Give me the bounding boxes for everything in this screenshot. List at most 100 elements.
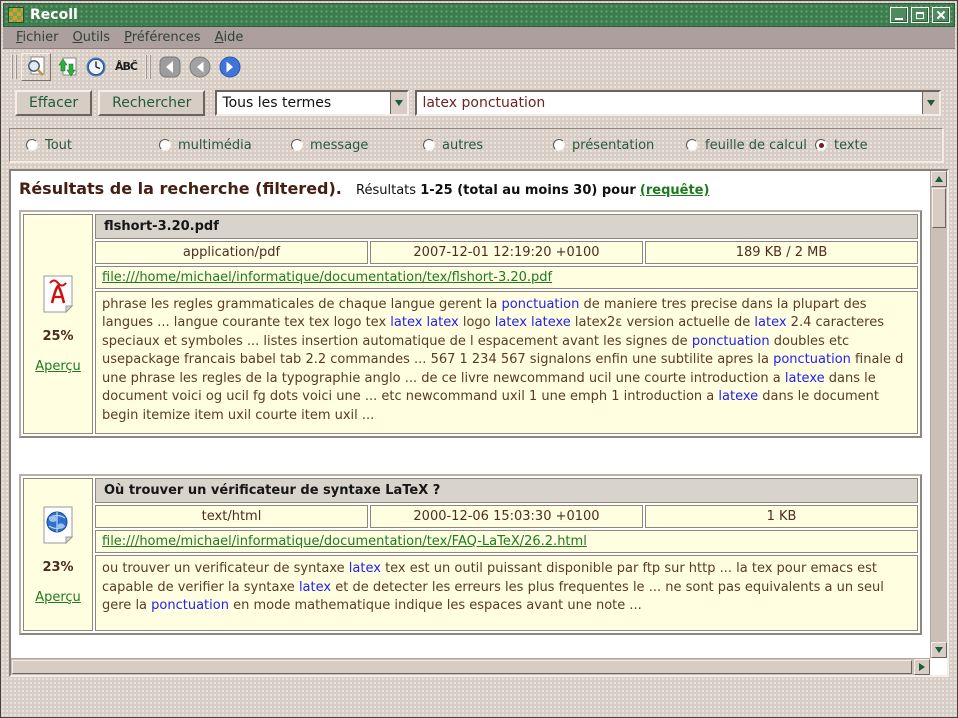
app-icon [8, 7, 24, 23]
arrow-left-circle-icon [188, 55, 212, 79]
arrow-right-circle-icon [218, 55, 242, 79]
filter-autres[interactable]: autres [423, 129, 483, 161]
filter-feuille-de-calcul[interactable]: feuille de calcul [686, 129, 807, 161]
menu-outils[interactable]: Outils [66, 28, 118, 47]
preview-link[interactable]: Aperçu [35, 590, 81, 605]
html-file-icon [40, 505, 76, 545]
filter-label: feuille de calcul [705, 138, 807, 153]
minimize-icon [895, 18, 903, 20]
result-size: 1 KB [645, 505, 918, 528]
close-button[interactable] [932, 7, 950, 23]
result-url-link[interactable]: file:///home/michael/informatique/docume… [102, 534, 587, 549]
previous-page-button[interactable] [185, 53, 215, 81]
filter-label: Tout [45, 138, 72, 153]
result-date: 2000-12-06 15:03:30 +0100 [370, 505, 643, 528]
arrow-right-icon [919, 663, 925, 671]
close-icon [936, 10, 946, 20]
result-snippet: ou trouver un verificateur de syntaxe la… [95, 555, 918, 631]
result-meta-row: text/html 2000-12-06 15:03:30 +0100 1 KB [95, 505, 918, 528]
results-frame: Résultats de la recherche (filtered). Ré… [9, 169, 949, 677]
menu-fichier[interactable]: Fichier [9, 28, 66, 47]
preview-document-button[interactable] [21, 53, 51, 81]
result-url-row: file:///home/michael/informatique/docume… [95, 530, 918, 553]
result-url-link[interactable]: file:///home/michael/informatique/docume… [102, 270, 552, 285]
result-title: Où trouver un vérificateur de syntaxe La… [95, 478, 918, 503]
radio-icon [553, 139, 565, 151]
result-meta-row: application/pdf 2007-12-01 12:19:20 +010… [95, 241, 918, 264]
preview-link[interactable]: Aperçu [35, 359, 81, 374]
filter-label: texte [834, 138, 868, 153]
radio-icon [686, 139, 698, 151]
window-title: Recoll [30, 7, 78, 23]
category-filter-panel: Tout multimédia message autres présentat… [9, 128, 943, 162]
arrow-left-disabled-icon [158, 55, 182, 79]
minimize-button[interactable] [890, 7, 908, 23]
document-arrows-icon [54, 55, 78, 79]
filter-texte[interactable]: texte [815, 129, 868, 161]
toolbar: ÅBĈ [3, 50, 955, 83]
scroll-up-button[interactable] [931, 171, 947, 187]
vertical-scrollbar-thumb[interactable] [932, 188, 946, 228]
result-card: 23% Aperçu Où trouver un vérificateur de… [19, 474, 922, 635]
result-title: flshort-3.20.pdf [95, 214, 918, 239]
recoll-window: Recoll Fichier Outils Préférences Aide [0, 0, 958, 718]
relevance-percent: 23% [42, 560, 73, 575]
result-date: 2007-12-01 12:19:20 +0100 [370, 241, 643, 264]
search-query-input[interactable] [417, 95, 922, 111]
results-count-prefix: Résultats [356, 183, 416, 198]
menu-aide[interactable]: Aide [208, 28, 251, 47]
search-mode-select[interactable]: Tous les termes [215, 90, 409, 116]
mode-dropdown-button[interactable] [390, 92, 407, 114]
filter-tout[interactable]: Tout [26, 129, 72, 161]
query-details-link[interactable]: (requête) [640, 183, 710, 198]
radio-icon [159, 139, 171, 151]
maximize-icon [916, 12, 924, 19]
scroll-down-button[interactable] [931, 642, 947, 658]
query-dropdown-button[interactable] [922, 92, 939, 114]
filter-label: autres [442, 138, 483, 153]
results-list: Résultats de la recherche (filtered). Ré… [11, 171, 930, 658]
clear-button[interactable]: Effacer [15, 90, 92, 116]
filter-label: message [310, 138, 368, 153]
search-query-combo[interactable] [415, 90, 941, 116]
chevron-down-icon [395, 100, 403, 106]
scroll-right-button[interactable] [914, 659, 930, 675]
menu-preferences[interactable]: Préférences [117, 28, 207, 47]
toolbar-handle[interactable] [145, 55, 151, 79]
next-page-button[interactable] [215, 53, 245, 81]
filter-label: présentation [572, 138, 654, 153]
results-count: 1-25 (total au moins 30) pour [420, 183, 636, 198]
result-size: 189 KB / 2 MB [645, 241, 918, 264]
arrow-down-icon [935, 647, 943, 653]
term-explorer-button[interactable]: ÅBĈ [111, 53, 141, 81]
document-magnifier-icon [24, 55, 48, 79]
maximize-button[interactable] [911, 7, 929, 23]
clock-icon [84, 55, 108, 79]
result-snippet: phrase les regles grammaticales de chaqu… [95, 291, 918, 434]
result-url-row: file:///home/michael/informatique/docume… [95, 266, 918, 289]
horizontal-scrollbar[interactable] [11, 658, 930, 675]
vertical-scrollbar[interactable] [930, 171, 947, 658]
titlebar[interactable]: Recoll [3, 3, 955, 27]
search-button[interactable]: Rechercher [98, 90, 205, 116]
first-page-button[interactable] [155, 53, 185, 81]
filter-presentation[interactable]: présentation [553, 129, 654, 161]
result-card: 25% Aperçu flshort-3.20.pdf application/… [19, 210, 922, 438]
search-row: Effacer Rechercher Tous les termes [3, 87, 955, 119]
radio-icon [423, 139, 435, 151]
relevance-percent: 25% [42, 329, 73, 344]
radio-icon [815, 139, 827, 151]
history-button[interactable] [81, 53, 111, 81]
result-side-panel: 23% Aperçu [23, 478, 93, 631]
result-mime: application/pdf [95, 241, 368, 264]
toolbar-handle[interactable] [11, 55, 17, 79]
result-mime: text/html [95, 505, 368, 528]
abc-icon: ÅBĈ [115, 60, 137, 73]
radio-icon [291, 139, 303, 151]
filter-message[interactable]: message [291, 129, 368, 161]
horizontal-scrollbar-thumb[interactable] [12, 660, 912, 674]
update-index-button[interactable] [51, 53, 81, 81]
filter-label: multimédia [178, 138, 252, 153]
chevron-down-icon [927, 100, 935, 106]
filter-multimedia[interactable]: multimédia [159, 129, 252, 161]
